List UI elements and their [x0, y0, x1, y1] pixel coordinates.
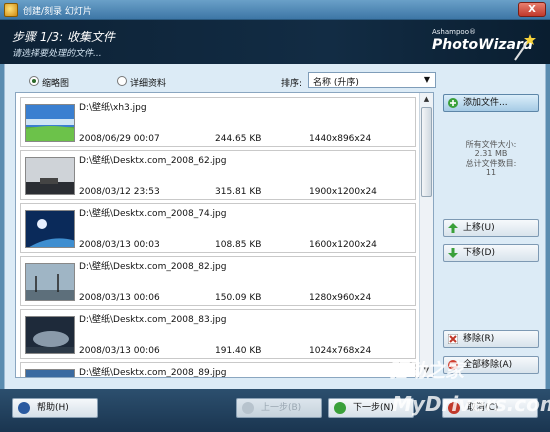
- title-bar: 创建/刻录 幻灯片 X: [0, 0, 550, 20]
- wizard-header: 步骤 1/3: 收集文件 请选择要处理的文件... Ashampoo® Phot…: [0, 20, 550, 64]
- scroll-up-icon[interactable]: ▲: [420, 93, 433, 106]
- thumbnail-image: [25, 210, 75, 248]
- arrow-down-icon: [448, 248, 458, 258]
- file-list[interactable]: D:\壁纸\xh3.jpg 2008/06/29 00:07 244.65 KB…: [15, 92, 434, 378]
- file-path: D:\壁纸\Desktx.com_2008_62.jpg: [79, 156, 227, 166]
- remove-all-label: 全部移除(A): [463, 360, 513, 370]
- list-item[interactable]: D:\壁纸\Desktx.com_2008_74.jpg 2008/03/13 …: [20, 203, 416, 253]
- file-date: 2008/03/13 00:03: [79, 240, 160, 250]
- arrow-right-icon: [334, 402, 346, 414]
- magic-wand-icon: [514, 34, 536, 61]
- list-scrollbar[interactable]: ▲ ▼: [419, 93, 433, 377]
- move-up-button[interactable]: 上移(U): [443, 219, 539, 237]
- chevron-down-icon: ▼: [423, 75, 431, 84]
- move-down-button[interactable]: 下移(D): [443, 244, 539, 262]
- window-title: 创建/刻录 幻灯片: [23, 7, 92, 17]
- thumbnail-image: [25, 104, 75, 142]
- move-down-label: 下移(D): [463, 248, 495, 258]
- list-item[interactable]: D:\壁纸\Desktx.com_2008_62.jpg 2008/03/12 …: [20, 150, 416, 200]
- brand-vendor: Ashampoo®: [432, 28, 476, 36]
- file-path: D:\壁纸\Desktx.com_2008_74.jpg: [79, 209, 227, 219]
- total-size-value: 2.31 MB: [474, 149, 508, 158]
- scroll-thumb[interactable]: [421, 107, 432, 197]
- thumbnails-label: 缩略图: [42, 79, 70, 89]
- file-dimensions: 1280x960x24: [309, 293, 372, 303]
- thumbnail-image: [25, 316, 75, 354]
- file-size: 191.40 KB: [215, 346, 262, 356]
- help-label: 帮助(H): [37, 403, 69, 413]
- total-count-value: 11: [485, 168, 497, 177]
- list-item[interactable]: D:\壁纸\Desktx.com_2008_82.jpg 2008/03/13 …: [20, 256, 416, 306]
- add-icon: [448, 98, 458, 108]
- watermark-text: 驱动之家: [388, 360, 465, 382]
- step-title: 步骤 1/3: 收集文件: [12, 30, 115, 44]
- add-files-button[interactable]: 添加文件...: [443, 94, 539, 112]
- file-size: 108.85 KB: [215, 240, 262, 250]
- thumbnail-image: [25, 369, 75, 377]
- file-date: 2008/03/13 00:06: [79, 293, 160, 303]
- arrow-up-icon: [448, 223, 458, 233]
- list-item[interactable]: D:\壁纸\xh3.jpg 2008/06/29 00:07 244.65 KB…: [20, 97, 416, 147]
- file-dimensions: 1024x768x24: [309, 346, 372, 356]
- thumbnails-radio[interactable]: [29, 76, 39, 86]
- remove-button[interactable]: 移除(R): [443, 330, 539, 348]
- file-dimensions: 1900x1200x24: [309, 187, 377, 197]
- file-date: 2008/03/12 23:53: [79, 187, 160, 197]
- file-path: D:\壁纸\xh3.jpg: [79, 103, 147, 113]
- remove-label: 移除(R): [463, 334, 495, 344]
- file-size: 244.65 KB: [215, 134, 262, 144]
- list-item[interactable]: D:\壁纸\Desktx.com_2008_89.jpg: [20, 362, 416, 378]
- file-dimensions: 1600x1200x24: [309, 240, 377, 250]
- file-path: D:\壁纸\Desktx.com_2008_82.jpg: [79, 262, 227, 272]
- add-files-label: 添加文件...: [463, 98, 508, 108]
- thumbnail-image: [25, 157, 75, 195]
- details-radio[interactable]: [117, 76, 127, 86]
- file-date: 2008/03/13 00:06: [79, 346, 160, 356]
- file-path: D:\壁纸\Desktx.com_2008_89.jpg: [79, 368, 227, 378]
- list-item[interactable]: D:\壁纸\Desktx.com_2008_83.jpg 2008/03/13 …: [20, 309, 416, 359]
- arrow-left-icon: [242, 402, 254, 414]
- help-button[interactable]: 帮助(H): [12, 398, 98, 418]
- sort-value: 名称 (升序): [313, 78, 359, 88]
- back-button[interactable]: 上一步(B): [236, 398, 322, 418]
- next-label: 下一步(N): [353, 403, 394, 413]
- sort-dropdown[interactable]: 名称 (升序) ▼: [308, 72, 436, 88]
- sort-label: 排序:: [281, 79, 303, 89]
- thumbnail-image: [25, 263, 75, 301]
- file-size: 150.09 KB: [215, 293, 262, 303]
- file-size: 315.81 KB: [215, 187, 262, 197]
- file-date: 2008/06/29 00:07: [79, 134, 160, 144]
- details-label: 详细资料: [130, 79, 167, 89]
- back-label: 上一步(B): [261, 403, 302, 413]
- watermark-url: MyDrivers.com: [392, 392, 550, 416]
- file-path: D:\壁纸\Desktx.com_2008_83.jpg: [79, 315, 227, 325]
- app-icon: [4, 3, 18, 17]
- move-up-label: 上移(U): [463, 223, 495, 233]
- close-button[interactable]: X: [518, 2, 546, 17]
- file-dimensions: 1440x896x24: [309, 134, 372, 144]
- main-panel: 缩略图 详细资料 排序: 名称 (升序) ▼ D:\壁纸\xh3.jpg 200…: [4, 64, 546, 389]
- step-subtitle: 请选择要处理的文件...: [12, 49, 102, 59]
- remove-icon: [448, 334, 458, 344]
- help-icon: [18, 402, 30, 414]
